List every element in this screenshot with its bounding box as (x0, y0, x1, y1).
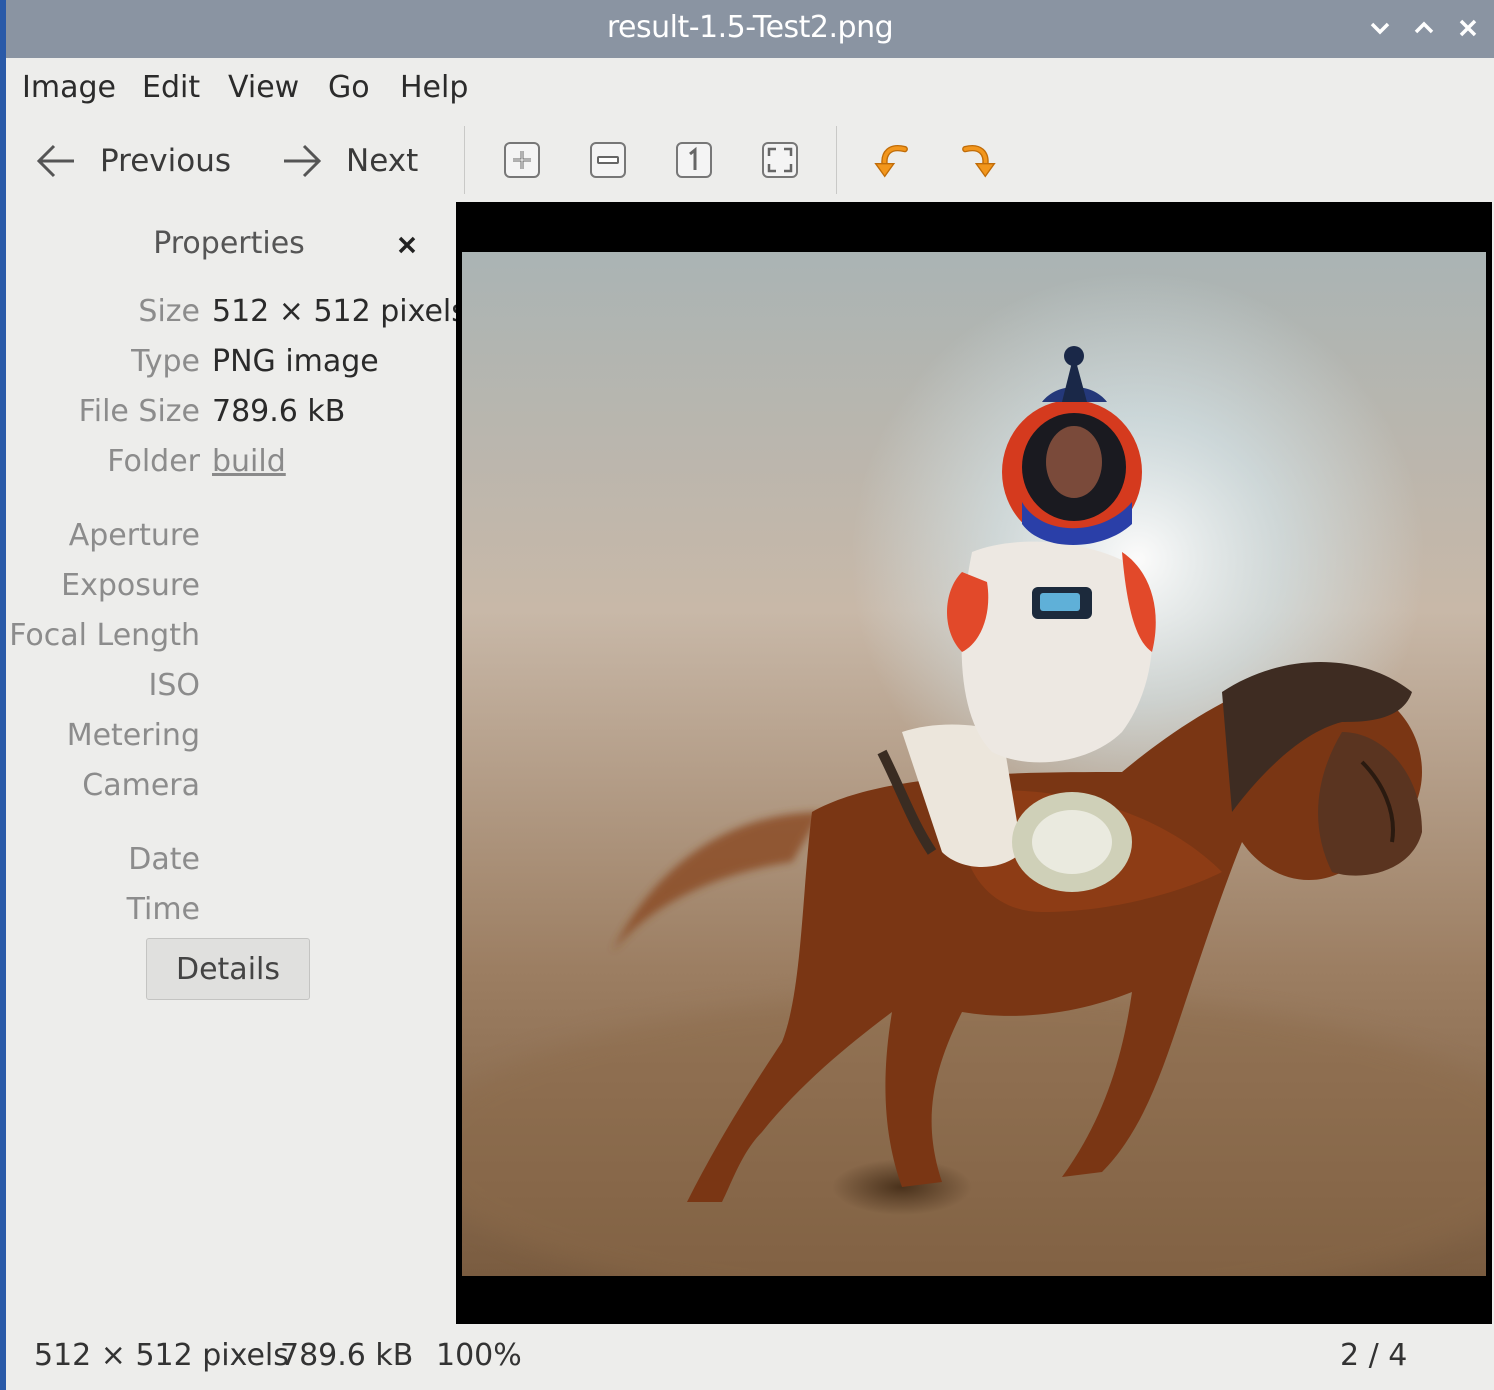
property-time: Time (6, 892, 456, 932)
maximize-button[interactable] (1406, 10, 1442, 46)
property-size: Size 512 × 512 pixels (6, 294, 467, 334)
property-filesize-label: File Size (78, 394, 200, 429)
rotate-right-button[interactable] (958, 140, 998, 180)
menu-edit[interactable]: Edit (142, 70, 200, 105)
toolbar-separator (836, 126, 837, 194)
toolbar-separator (464, 126, 465, 194)
property-camera-label: Camera (82, 768, 200, 803)
zoom-out-icon (590, 142, 626, 178)
rotate-left-icon (874, 145, 908, 178)
property-iso-label: ISO (148, 668, 200, 703)
property-folder: Folder build (6, 444, 456, 484)
status-bar: 512 × 512 pixels 789.6 kB 100% 2 / 4 (6, 1324, 1494, 1390)
property-exposure-label: Exposure (61, 568, 200, 603)
rotate-right-icon (962, 145, 996, 178)
minimize-button[interactable] (1362, 10, 1398, 46)
zoom-fit-button[interactable] (760, 140, 800, 180)
chevron-down-icon (1370, 22, 1390, 35)
properties-title: Properties (153, 226, 305, 261)
property-filesize: File Size 789.6 kB (6, 394, 456, 434)
property-folder-label: Folder (107, 444, 200, 479)
property-filesize-value: 789.6 kB (212, 394, 346, 429)
property-date-label: Date (128, 842, 200, 877)
property-metering-label: Metering (66, 718, 200, 753)
status-filesize: 789.6 kB (280, 1338, 414, 1373)
property-camera: Camera (6, 768, 456, 808)
zoom-out-button[interactable] (588, 140, 628, 180)
zoom-in-icon (504, 142, 540, 178)
status-zoom: 100% (436, 1338, 522, 1373)
property-metering: Metering (6, 718, 456, 758)
rotate-left-button[interactable] (872, 140, 912, 180)
image-viewer-window: result-1.5-Test2.png Image Edit View Go … (6, 0, 1494, 1390)
property-type-label: Type (131, 344, 200, 379)
property-aperture: Aperture (6, 518, 456, 558)
properties-panel: Properties Size 512 × 512 pixels Type PN… (6, 202, 467, 1320)
property-size-value: 512 × 512 pixels (212, 294, 467, 329)
zoom-original-button[interactable] (674, 140, 714, 180)
menu-bar: Image Edit View Go Help (6, 58, 1494, 120)
property-folder-link[interactable]: build (212, 444, 286, 479)
close-button[interactable] (1450, 10, 1486, 46)
chevron-up-icon (1414, 21, 1434, 34)
property-type: Type PNG image (6, 344, 456, 384)
property-aperture-label: Aperture (68, 518, 200, 553)
properties-close-button[interactable] (392, 230, 422, 260)
displayed-image (462, 252, 1486, 1276)
property-time-label: Time (126, 892, 200, 927)
details-button[interactable]: Details (146, 938, 310, 1000)
arrow-right-icon (284, 144, 322, 178)
status-position: 2 / 4 (1340, 1338, 1408, 1373)
property-size-label: Size (138, 294, 200, 329)
title-bar[interactable]: result-1.5-Test2.png (6, 0, 1494, 58)
zoom-fit-icon (762, 142, 798, 178)
property-iso: ISO (6, 668, 456, 708)
close-icon (1459, 19, 1477, 37)
menu-view[interactable]: View (228, 70, 299, 105)
previous-label: Previous (100, 143, 232, 179)
next-label: Next (346, 143, 419, 179)
arrow-left-icon (36, 144, 74, 178)
zoom-original-icon (676, 142, 712, 178)
property-type-value: PNG image (212, 344, 379, 379)
astronaut-horse-picture (462, 252, 1486, 1276)
status-dimensions: 512 × 512 pixels (34, 1338, 289, 1373)
property-exposure: Exposure (6, 568, 456, 608)
next-button[interactable]: Next (280, 136, 418, 186)
toolbar: Previous Next (6, 120, 1494, 202)
window-title: result-1.5-Test2.png (606, 10, 894, 45)
property-date: Date (6, 842, 456, 882)
previous-button[interactable]: Previous (34, 136, 231, 186)
property-focal-length-label: Focal Length (9, 618, 200, 653)
image-view[interactable] (456, 202, 1492, 1324)
menu-help[interactable]: Help (400, 70, 468, 105)
property-focal-length: Focal Length (6, 618, 456, 658)
close-icon (398, 236, 416, 254)
zoom-in-button[interactable] (502, 140, 542, 180)
menu-go[interactable]: Go (328, 70, 370, 105)
menu-image[interactable]: Image (22, 70, 116, 105)
